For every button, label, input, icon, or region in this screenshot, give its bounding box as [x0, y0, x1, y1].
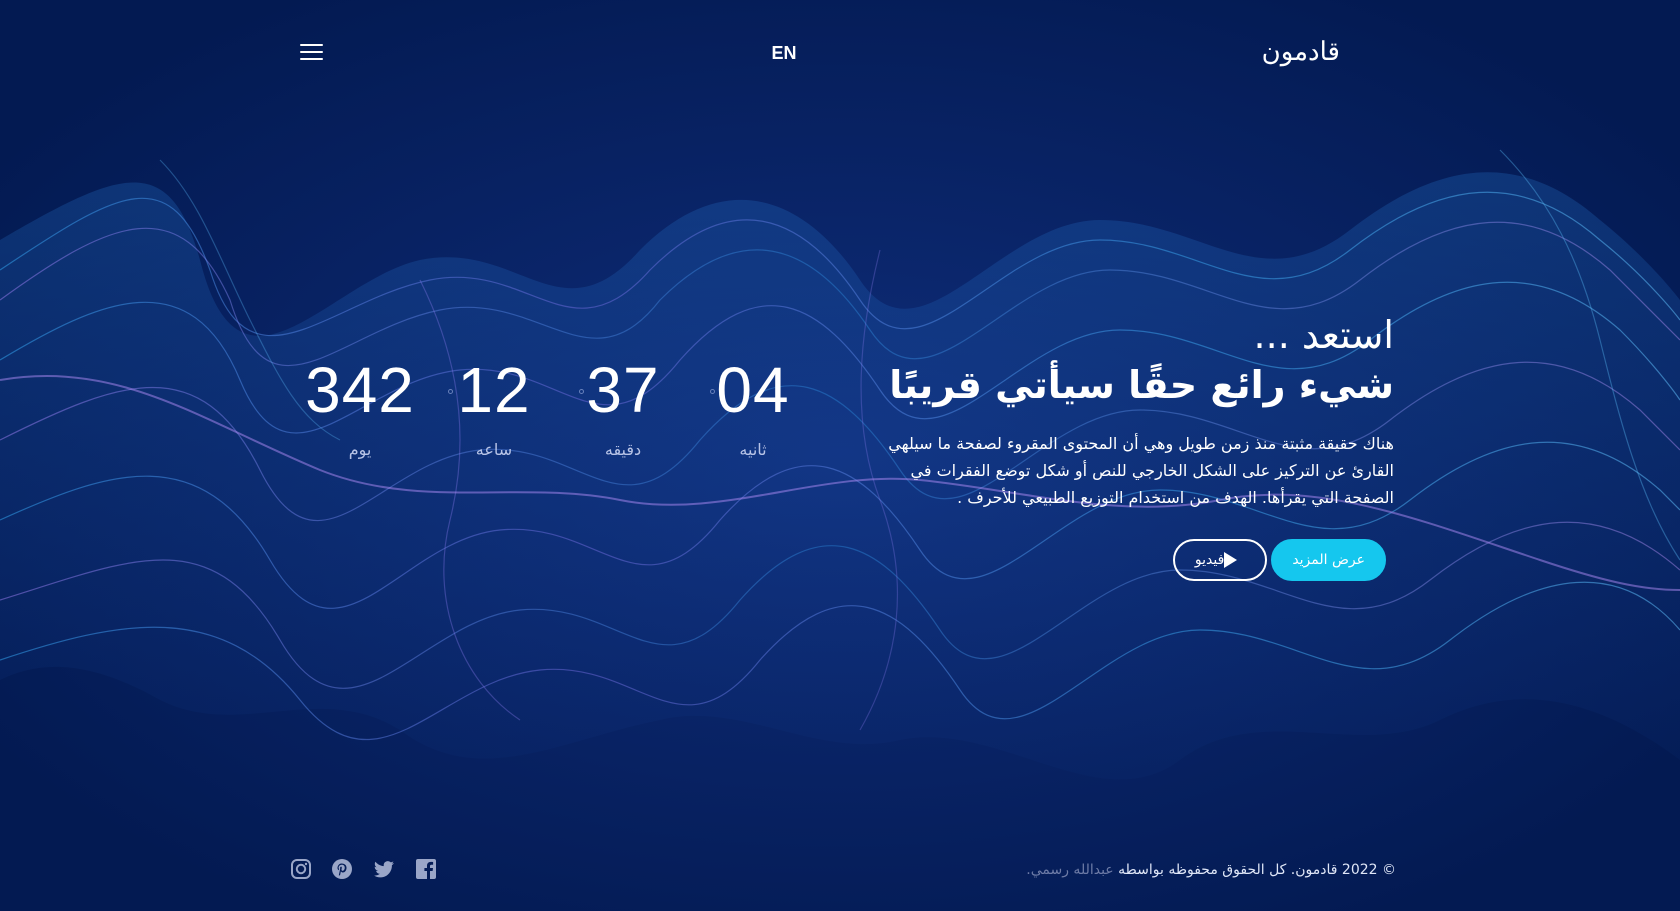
countdown-days: 342 يوم: [300, 352, 420, 460]
hero-subtitle: شيء رائع حقًا سيأتي قريبًا: [889, 363, 1394, 407]
hero-actions: عرض المزيد فيديو: [860, 539, 1394, 583]
video-button[interactable]: فيديو: [1172, 539, 1268, 581]
hero: استعد ... شيء رائع حقًا سيأتي قريبًا هنا…: [860, 310, 1394, 583]
play-icon: [1224, 552, 1238, 568]
language-switch[interactable]: EN: [760, 40, 808, 66]
countdown-seconds: 04 ثانيه: [693, 352, 813, 460]
twitter-icon[interactable]: [373, 858, 395, 880]
pinterest-icon[interactable]: [331, 858, 353, 880]
days-value: 342: [305, 354, 415, 426]
copyright-text: © 2022 قادمون. كل الحقوق محفوظه بواسطه: [1118, 862, 1396, 878]
instagram-icon[interactable]: [290, 858, 312, 880]
facebook-icon[interactable]: [415, 858, 437, 880]
hamburger-menu-icon[interactable]: [296, 40, 326, 66]
minutes-value: 37: [586, 354, 660, 426]
show-more-button[interactable]: عرض المزيد: [1271, 539, 1386, 581]
seconds-value: 04: [716, 354, 790, 426]
author-link[interactable]: عبدالله رسمي.: [1026, 862, 1113, 878]
seconds-label: ثانيه: [739, 440, 767, 459]
countdown-minutes: 37 دقيقه: [563, 352, 683, 460]
hero-description: هناك حقيقة مثبتة منذ زمن طويل وهي أن الم…: [888, 434, 1394, 507]
days-label: يوم: [348, 440, 372, 459]
minutes-label: دقيقه: [604, 440, 642, 459]
hours-value: 12: [457, 354, 531, 426]
countdown: 342 يوم 12 ساعه 37 دقيقه 04 ثانيه: [300, 352, 840, 482]
countdown-hours: 12 ساعه: [434, 352, 554, 460]
copyright: © 2022 قادمون. كل الحقوق محفوظه بواسطه ع…: [880, 860, 1396, 880]
wave-background: [0, 0, 1680, 911]
header: EN قادمون: [0, 0, 1680, 110]
hours-label: ساعه: [475, 440, 513, 459]
video-button-label: فيديو: [1194, 552, 1225, 568]
logo[interactable]: قادمون: [1240, 30, 1340, 74]
hero-title: استعد ...: [1253, 313, 1394, 357]
